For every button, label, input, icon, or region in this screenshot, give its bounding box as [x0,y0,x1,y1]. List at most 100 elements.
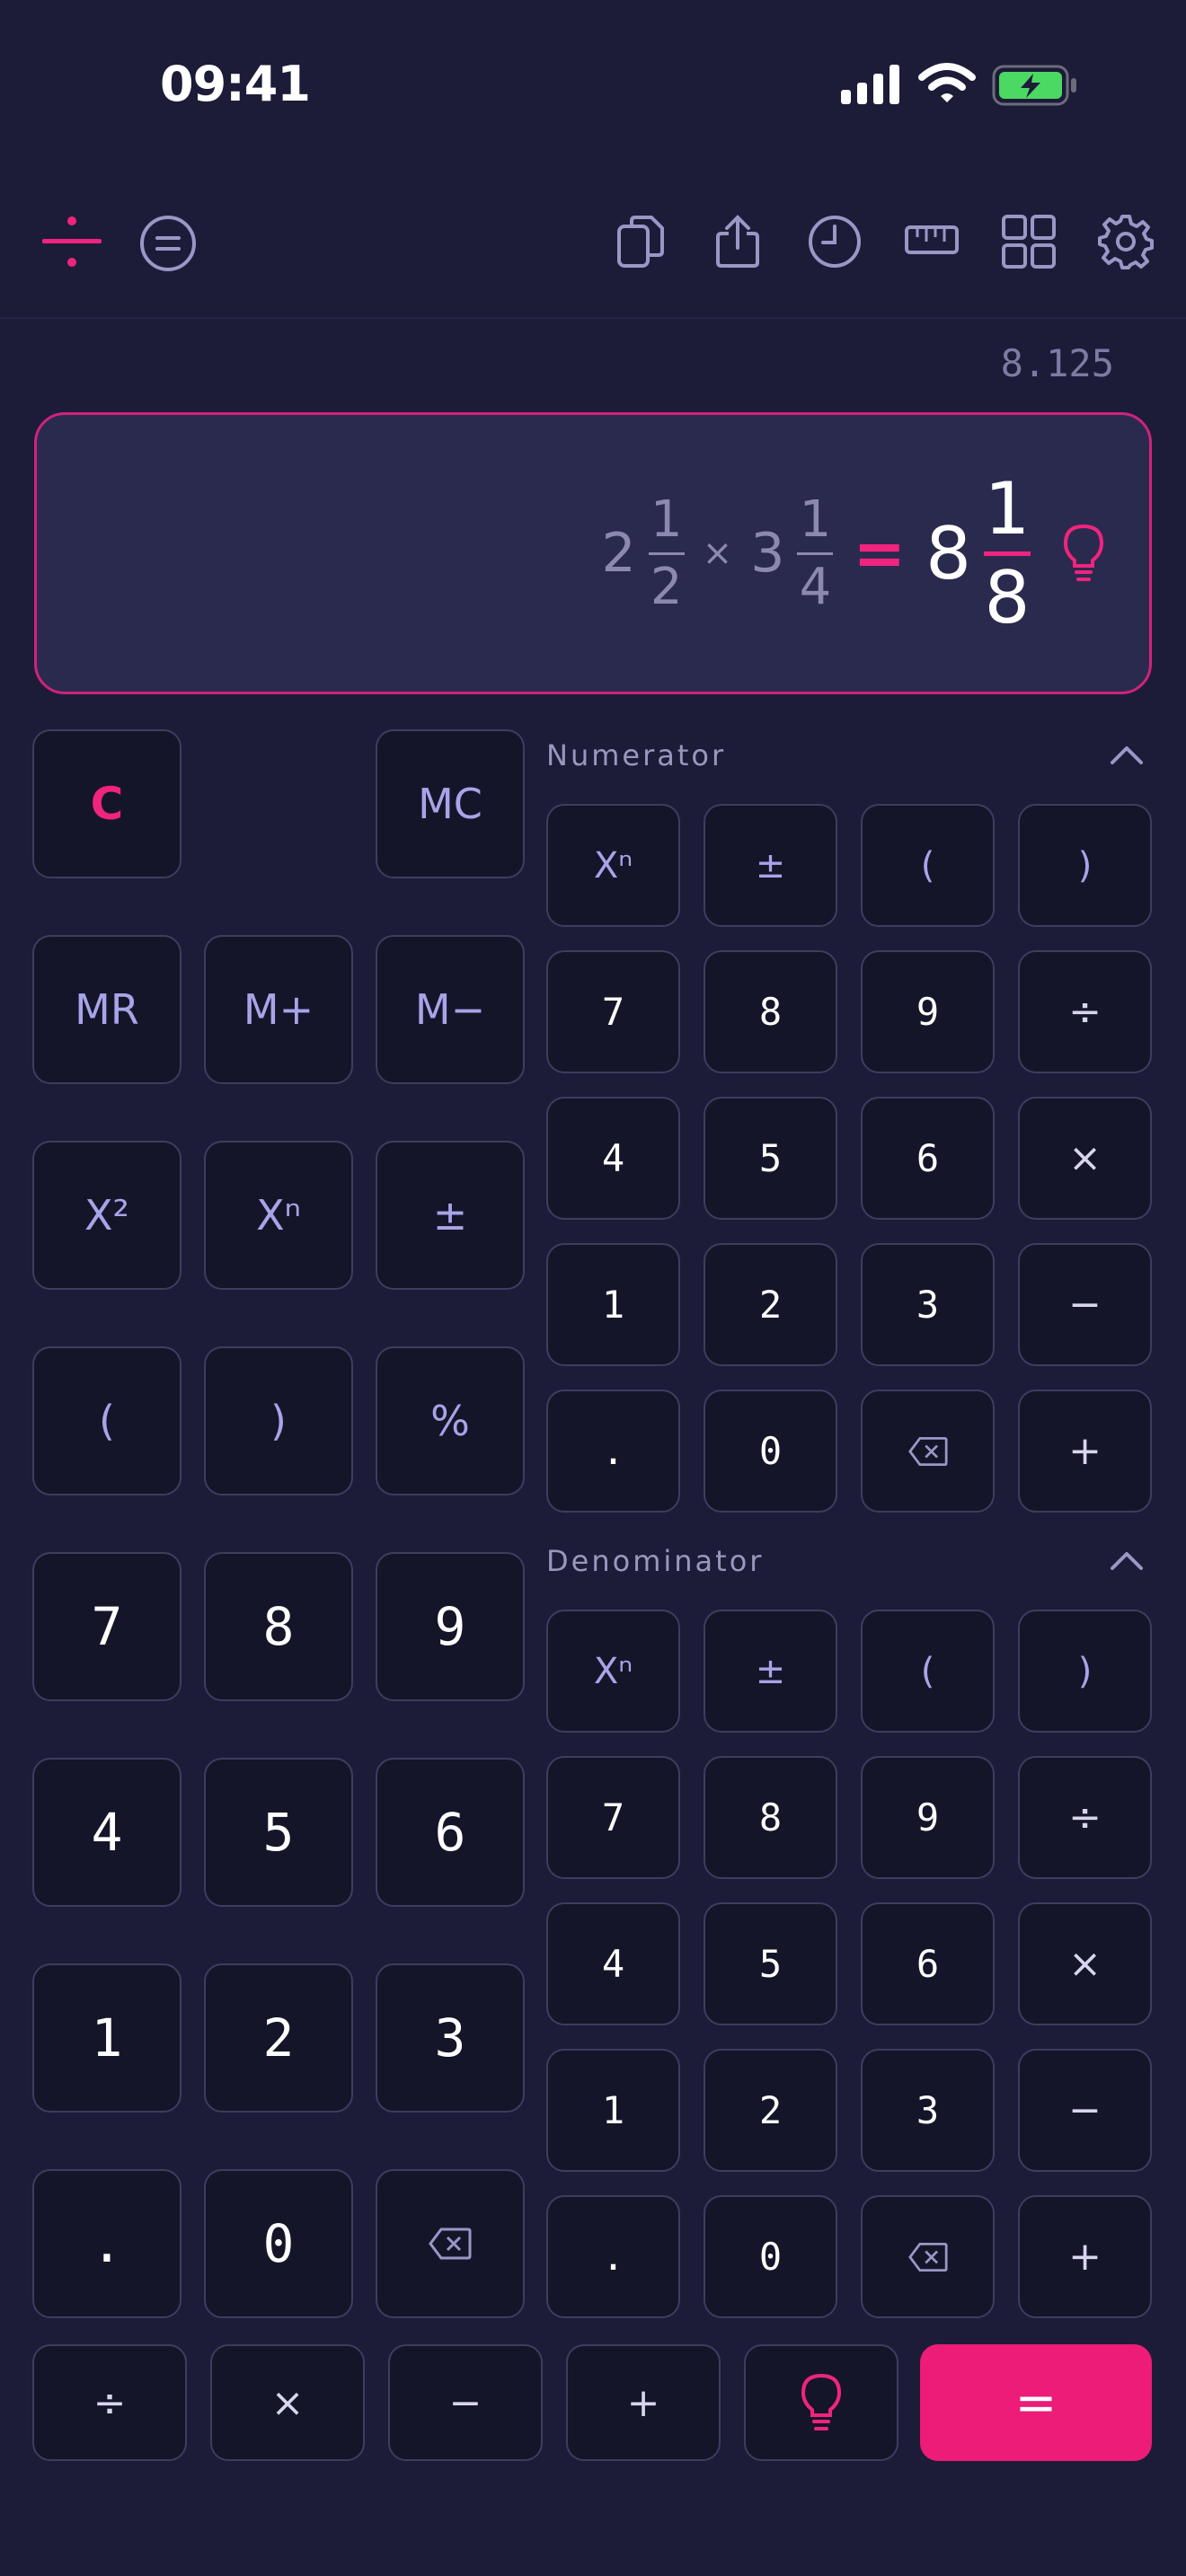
denominator-key[interactable]: ( [861,1610,995,1733]
denominator-key[interactable]: ± [704,1610,837,1733]
memory-clear-button[interactable]: MC [376,729,525,878]
operand-a-whole: 2 [601,522,636,585]
denominator-key[interactable]: 2 [704,2049,837,2172]
grid-icon[interactable] [999,212,1058,271]
numerator-key[interactable]: 1 [546,1243,680,1366]
digit-4-button[interactable]: 4 [32,1758,181,1907]
operand-a-fraction: 1 2 [648,490,685,616]
square-button[interactable]: X² [32,1141,181,1290]
clear-button[interactable]: C [32,729,181,878]
memory-subtract-button[interactable]: M− [376,935,525,1084]
expression: 2 1 2 × 3 1 4 = 8 1 8 [602,415,1104,692]
result-numerator: 1 [984,466,1031,551]
numerator-key[interactable]: 2 [704,1243,837,1366]
denominator-key[interactable]: 5 [704,1902,837,2025]
numerator-key[interactable]: 8 [704,950,837,1073]
backspace-button[interactable] [376,2169,525,2318]
decimal-result: 8.125 [1000,341,1114,385]
left-paren-button[interactable]: ( [32,1346,181,1495]
numerator-key[interactable]: ÷ [1018,950,1152,1073]
numerator-key[interactable]: ) [1018,804,1152,927]
numerator-key[interactable]: + [1018,1389,1152,1513]
power-button[interactable]: Xⁿ [204,1141,353,1290]
toolbar-divider [0,317,1186,319]
denominator-key[interactable]: + [1018,2195,1152,2318]
status-time: 09:41 [160,56,311,112]
denominator-key[interactable]: 1 [546,2049,680,2172]
operand-b-numerator: 1 [799,490,832,549]
denominator-key[interactable]: 8 [704,1756,837,1879]
memory-add-button[interactable]: M+ [204,935,353,1084]
numerator-key[interactable]: − [1018,1243,1152,1366]
backspace-icon [429,2228,472,2260]
result-denominator: 8 [984,555,1031,640]
digit-5-button[interactable]: 5 [204,1758,353,1907]
lightbulb-icon [801,2373,842,2432]
denominator-key[interactable]: Xⁿ [546,1610,680,1733]
denominator-key[interactable]: − [1018,2049,1152,2172]
equals-button[interactable]: = [920,2344,1152,2461]
lightbulb-icon[interactable] [1063,524,1104,583]
operand-b-fraction: 1 4 [797,490,834,616]
percent-button[interactable]: % [376,1346,525,1495]
plus-minus-button[interactable]: ± [376,1141,525,1290]
battery-icon [992,65,1078,106]
plus-button[interactable]: + [566,2344,721,2461]
denominator-key[interactable]: ÷ [1018,1756,1152,1879]
history-icon[interactable] [805,212,864,271]
digit-3-button[interactable]: 3 [376,1963,525,2113]
denominator-label: Denominator [546,1544,765,1578]
digit-0-button[interactable]: 0 [204,2169,353,2318]
numerator-key[interactable]: × [1018,1097,1152,1220]
copy-icon[interactable] [613,212,668,271]
denominator-key[interactable]: ) [1018,1610,1152,1733]
gear-icon[interactable] [1096,212,1155,271]
digit-2-button[interactable]: 2 [204,1963,353,2113]
numerator-key[interactable]: 6 [861,1097,995,1220]
numerator-key[interactable]: ( [861,804,995,927]
numerator-collapse-icon[interactable] [1107,737,1146,772]
minus-button[interactable]: − [388,2344,543,2461]
equals-circle-icon[interactable] [137,212,199,275]
denominator-key[interactable]: 3 [861,2049,995,2172]
digit-8-button[interactable]: 8 [204,1552,353,1701]
multiply-button[interactable]: × [210,2344,365,2461]
denominator-backspace-button[interactable] [861,2195,995,2318]
right-paren-button[interactable]: ) [204,1346,353,1495]
numerator-key[interactable]: 9 [861,950,995,1073]
share-icon[interactable] [710,212,766,271]
denominator-key[interactable]: 0 [704,2195,837,2318]
numerator-key[interactable]: 0 [704,1389,837,1513]
signal-icon [841,65,900,104]
denominator-key[interactable]: 6 [861,1902,995,2025]
numerator-key[interactable]: ± [704,804,837,927]
numerator-key[interactable]: . [546,1389,680,1513]
backspace-icon [907,2242,948,2272]
wifi-icon [918,63,976,106]
numerator-key[interactable]: 7 [546,950,680,1073]
digit-1-button[interactable]: 1 [32,1963,181,2113]
expression-display: 2 1 2 × 3 1 4 = 8 1 8 [34,412,1152,694]
denominator-key[interactable]: 4 [546,1902,680,2025]
denominator-key[interactable]: 7 [546,1756,680,1879]
denominator-collapse-icon[interactable] [1107,1542,1146,1578]
denominator-key[interactable]: × [1018,1902,1152,2025]
numerator-key[interactable]: Xⁿ [546,804,680,927]
divide-button[interactable]: ÷ [32,2344,187,2461]
divide-icon[interactable] [36,212,108,271]
result-fraction: 1 8 [984,472,1031,635]
numerator-key[interactable]: 5 [704,1097,837,1220]
denominator-key[interactable]: . [546,2195,680,2318]
ruler-icon[interactable] [904,221,960,260]
digit-9-button[interactable]: 9 [376,1552,525,1701]
decimal-point-button[interactable]: . [32,2169,181,2318]
memory-recall-button[interactable]: MR [32,935,181,1084]
numerator-key[interactable]: 4 [546,1097,680,1220]
operand-a-denominator: 2 [650,557,683,616]
digit-6-button[interactable]: 6 [376,1758,525,1907]
numerator-backspace-button[interactable] [861,1389,995,1513]
numerator-key[interactable]: 3 [861,1243,995,1366]
hint-button[interactable] [744,2344,898,2461]
digit-7-button[interactable]: 7 [32,1552,181,1701]
denominator-key[interactable]: 9 [861,1756,995,1879]
